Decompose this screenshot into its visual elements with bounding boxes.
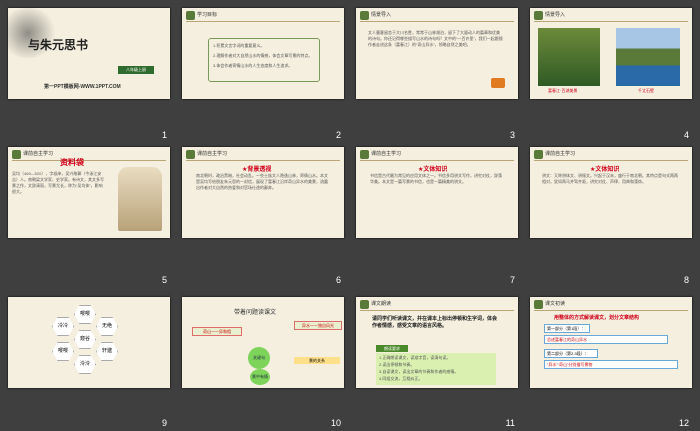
slide-thumb-5[interactable]: 课前自主学习 资料袋 吴均（469—520），字叔庠，吴兴故鄣（今浙江安吉）人。…	[8, 147, 170, 238]
header-label: 情景导入	[371, 12, 392, 18]
section-title: ★文体知识	[418, 167, 448, 173]
slide-thumb-2[interactable]: 学习目标 1.积累文言字词的重要意义。 2.理解作者对大自然山水的情感，体会文章…	[182, 8, 344, 99]
slide-thumb-11[interactable]: 课文朗读 请同学们听读课文，并在课本上标出停顿和生字词，体会作者情感，感受文章的…	[356, 297, 518, 388]
slide-number: 1	[161, 130, 167, 140]
objective-2: 2.理解作者对大自然山水的情感，体会文章写景的特点。	[213, 53, 313, 58]
section-title: 带着问题读课文	[234, 310, 277, 316]
section-title: 用整体的方式解读课文，划分文章结构	[554, 315, 640, 321]
header-label: 情景导入	[545, 12, 566, 18]
slide-thumb-10[interactable]: 带着问题读课文 奇山一一异和相 异水一一独自风光 关键句 景中有情 景的关系	[182, 297, 344, 388]
header-label: 课文初读	[545, 301, 566, 307]
slide-number: 5	[161, 275, 167, 285]
slide-thumb-4[interactable]: 情景导入 富春江·百湖美景 千丈石壁	[530, 8, 692, 99]
slide-title: 与朱元思书	[28, 38, 89, 52]
caption-1: 富春江·百湖美景	[548, 88, 578, 93]
bubble-2: 景中有情	[250, 369, 270, 385]
header-label: 课前自主学习	[371, 151, 402, 157]
header-badge	[12, 150, 21, 159]
hex-item[interactable]: 冷冷	[52, 317, 74, 336]
grade-badge: 八年级上册	[118, 66, 154, 74]
header-badge	[186, 11, 195, 20]
slide-number: 8	[683, 275, 689, 285]
slide-number: 4	[683, 130, 689, 140]
header-label: 课前自主学习	[23, 151, 54, 157]
slide-thumb-9[interactable]: 嘤嘤 冷冷 无绝 窥谷 嘤嘤 轩邈 泠泠	[8, 297, 170, 388]
photo-cliff	[616, 28, 680, 86]
branch-box-1: 奇山一一异和相	[192, 327, 242, 336]
hex-item[interactable]: 嘤嘤	[52, 342, 74, 361]
instruction-text: 请同学们听读课文，并在课本上标出停顿和生字词，体会作者情感，感受文章的语言风格。	[372, 316, 498, 329]
slide-number: 3	[509, 130, 515, 140]
slide-thumb-7[interactable]: 课前自主学习 ★文体知识 书信是古代最为常见的应用文体之一。书信多用骈文写作，讲…	[356, 147, 518, 238]
hex-item[interactable]: 轩邈	[96, 342, 118, 361]
header-badge	[534, 11, 543, 20]
genre-text: 书信是古代最为常见的应用文体之一。书信多用骈文写作，讲究对仗，辞藻华美。本文是一…	[370, 173, 502, 184]
objectives-box: 1.积累文言字词的重要意义。 2.理解作者对大自然山水的情感，体会文章写景的特点…	[208, 38, 320, 82]
hex-item[interactable]: 无绝	[96, 317, 118, 336]
slide-number: 2	[335, 130, 341, 140]
header-badge	[360, 11, 369, 20]
req-1: 1.正确朗读课文，读准字音，读清句读。	[379, 355, 451, 360]
slide-thumb-3[interactable]: 情景导入 文人墨客留恋于大川名胜，常常于山林湖泊，留下了大量动人的篇章和优美的诗…	[356, 8, 518, 99]
author-portrait	[118, 167, 162, 231]
header-badge	[534, 300, 543, 309]
branch-box-3: 景的关系	[294, 357, 340, 364]
site-text: 第一PPT模板网-WWW.1PPT.COM	[44, 84, 121, 90]
slide-thumb-6[interactable]: 课前自主学习 ★背景透视 南北朝时，政治黑暗，社会动乱。一些士族文人隐逸山林，寄…	[182, 147, 344, 238]
branch-box-2: 异水一一独自风光	[294, 321, 342, 330]
section-title: ★文体知识	[590, 167, 620, 173]
part-1-content: 总述富春江的奇山异水	[544, 335, 668, 344]
slide-number: 9	[161, 418, 167, 428]
hex-item[interactable]: 窥谷	[74, 330, 96, 349]
intro-text: 文人墨客留恋于大川名胜，常常于山林湖泊，留下了大量动人的篇章和优美的诗句。你还记…	[368, 30, 503, 47]
objective-3: 3.体会作者寄情山水的人生态度和人生追求。	[213, 63, 293, 68]
header-label: 课文朗读	[371, 301, 392, 307]
requirements-label: 朗读要求	[376, 345, 408, 352]
center-bubble: 关键句	[248, 347, 270, 369]
header-badge	[186, 150, 195, 159]
material-label: 资料袋	[60, 158, 84, 167]
author-bio: 吴均（469—520），字叔庠，吴兴故鄣（今浙江安吉）人。南朝梁文学家、史学家。…	[12, 171, 104, 194]
hex-item[interactable]: 泠泠	[74, 355, 96, 374]
hex-item[interactable]: 嘤嘤	[74, 305, 96, 324]
header-label: 学习目标	[197, 12, 218, 18]
part-1-label: 第一部分（第1段）：	[544, 324, 590, 333]
caption-2: 千丈石壁	[638, 88, 654, 93]
req-3: 3.自读课文，读出文章的节奏和作者的感情。	[379, 369, 459, 374]
slide-number: 11	[505, 418, 515, 428]
slide-thumb-12[interactable]: 课文初读 用整体的方式解读课文，划分文章结构 第一部分（第1段）： 总述富春江的…	[530, 297, 692, 388]
slide-thumb-1[interactable]: 与朱元思书 八年级上册 第一PPT模板网-WWW.1PPT.COM	[8, 8, 170, 99]
photo-river	[538, 28, 600, 86]
background-text: 南北朝时，政治黑暗，社会动乱。一些士族文人隐逸山林，寄情山水。本文是吴均写给朋友…	[196, 173, 328, 190]
requirements-box: 1.正确朗读课文，读准字音，读清句读。 2.读出停顿和节奏。 3.自读课文，读出…	[376, 353, 496, 385]
header-badge	[534, 150, 543, 159]
req-2: 2.读出停顿和节奏。	[379, 362, 415, 367]
part-2-label: 第二部分（第2-3段）：	[544, 349, 598, 358]
header-badge	[360, 150, 369, 159]
slide-number: 12	[678, 418, 689, 428]
slide-thumb-8[interactable]: 课前自主学习 ★文体知识 骈文：又称骈体文、骈俪文。兴起于汉末，盛行于南北朝。其…	[530, 147, 692, 238]
slide-number: 10	[330, 418, 341, 428]
req-4: 4.同组交流，互相纠正。	[379, 376, 423, 381]
pianwen-text: 骈文：又称骈体文、骈俪文。兴起于汉末，盛行于南北朝。其特点是句式两两相对，犹如两…	[542, 173, 678, 184]
slide-number: 7	[509, 275, 515, 285]
header-badge	[360, 300, 369, 309]
part-2-content: “异水”“奇山”分别描写景物	[544, 360, 678, 369]
objective-1: 1.积累文言字词的重要意义。	[213, 43, 265, 48]
megaphone-icon	[491, 78, 505, 88]
section-title: ★背景透视	[242, 167, 272, 173]
header-label: 课前自主学习	[545, 151, 576, 157]
header-label: 课前自主学习	[197, 151, 228, 157]
slide-number: 6	[335, 275, 341, 285]
